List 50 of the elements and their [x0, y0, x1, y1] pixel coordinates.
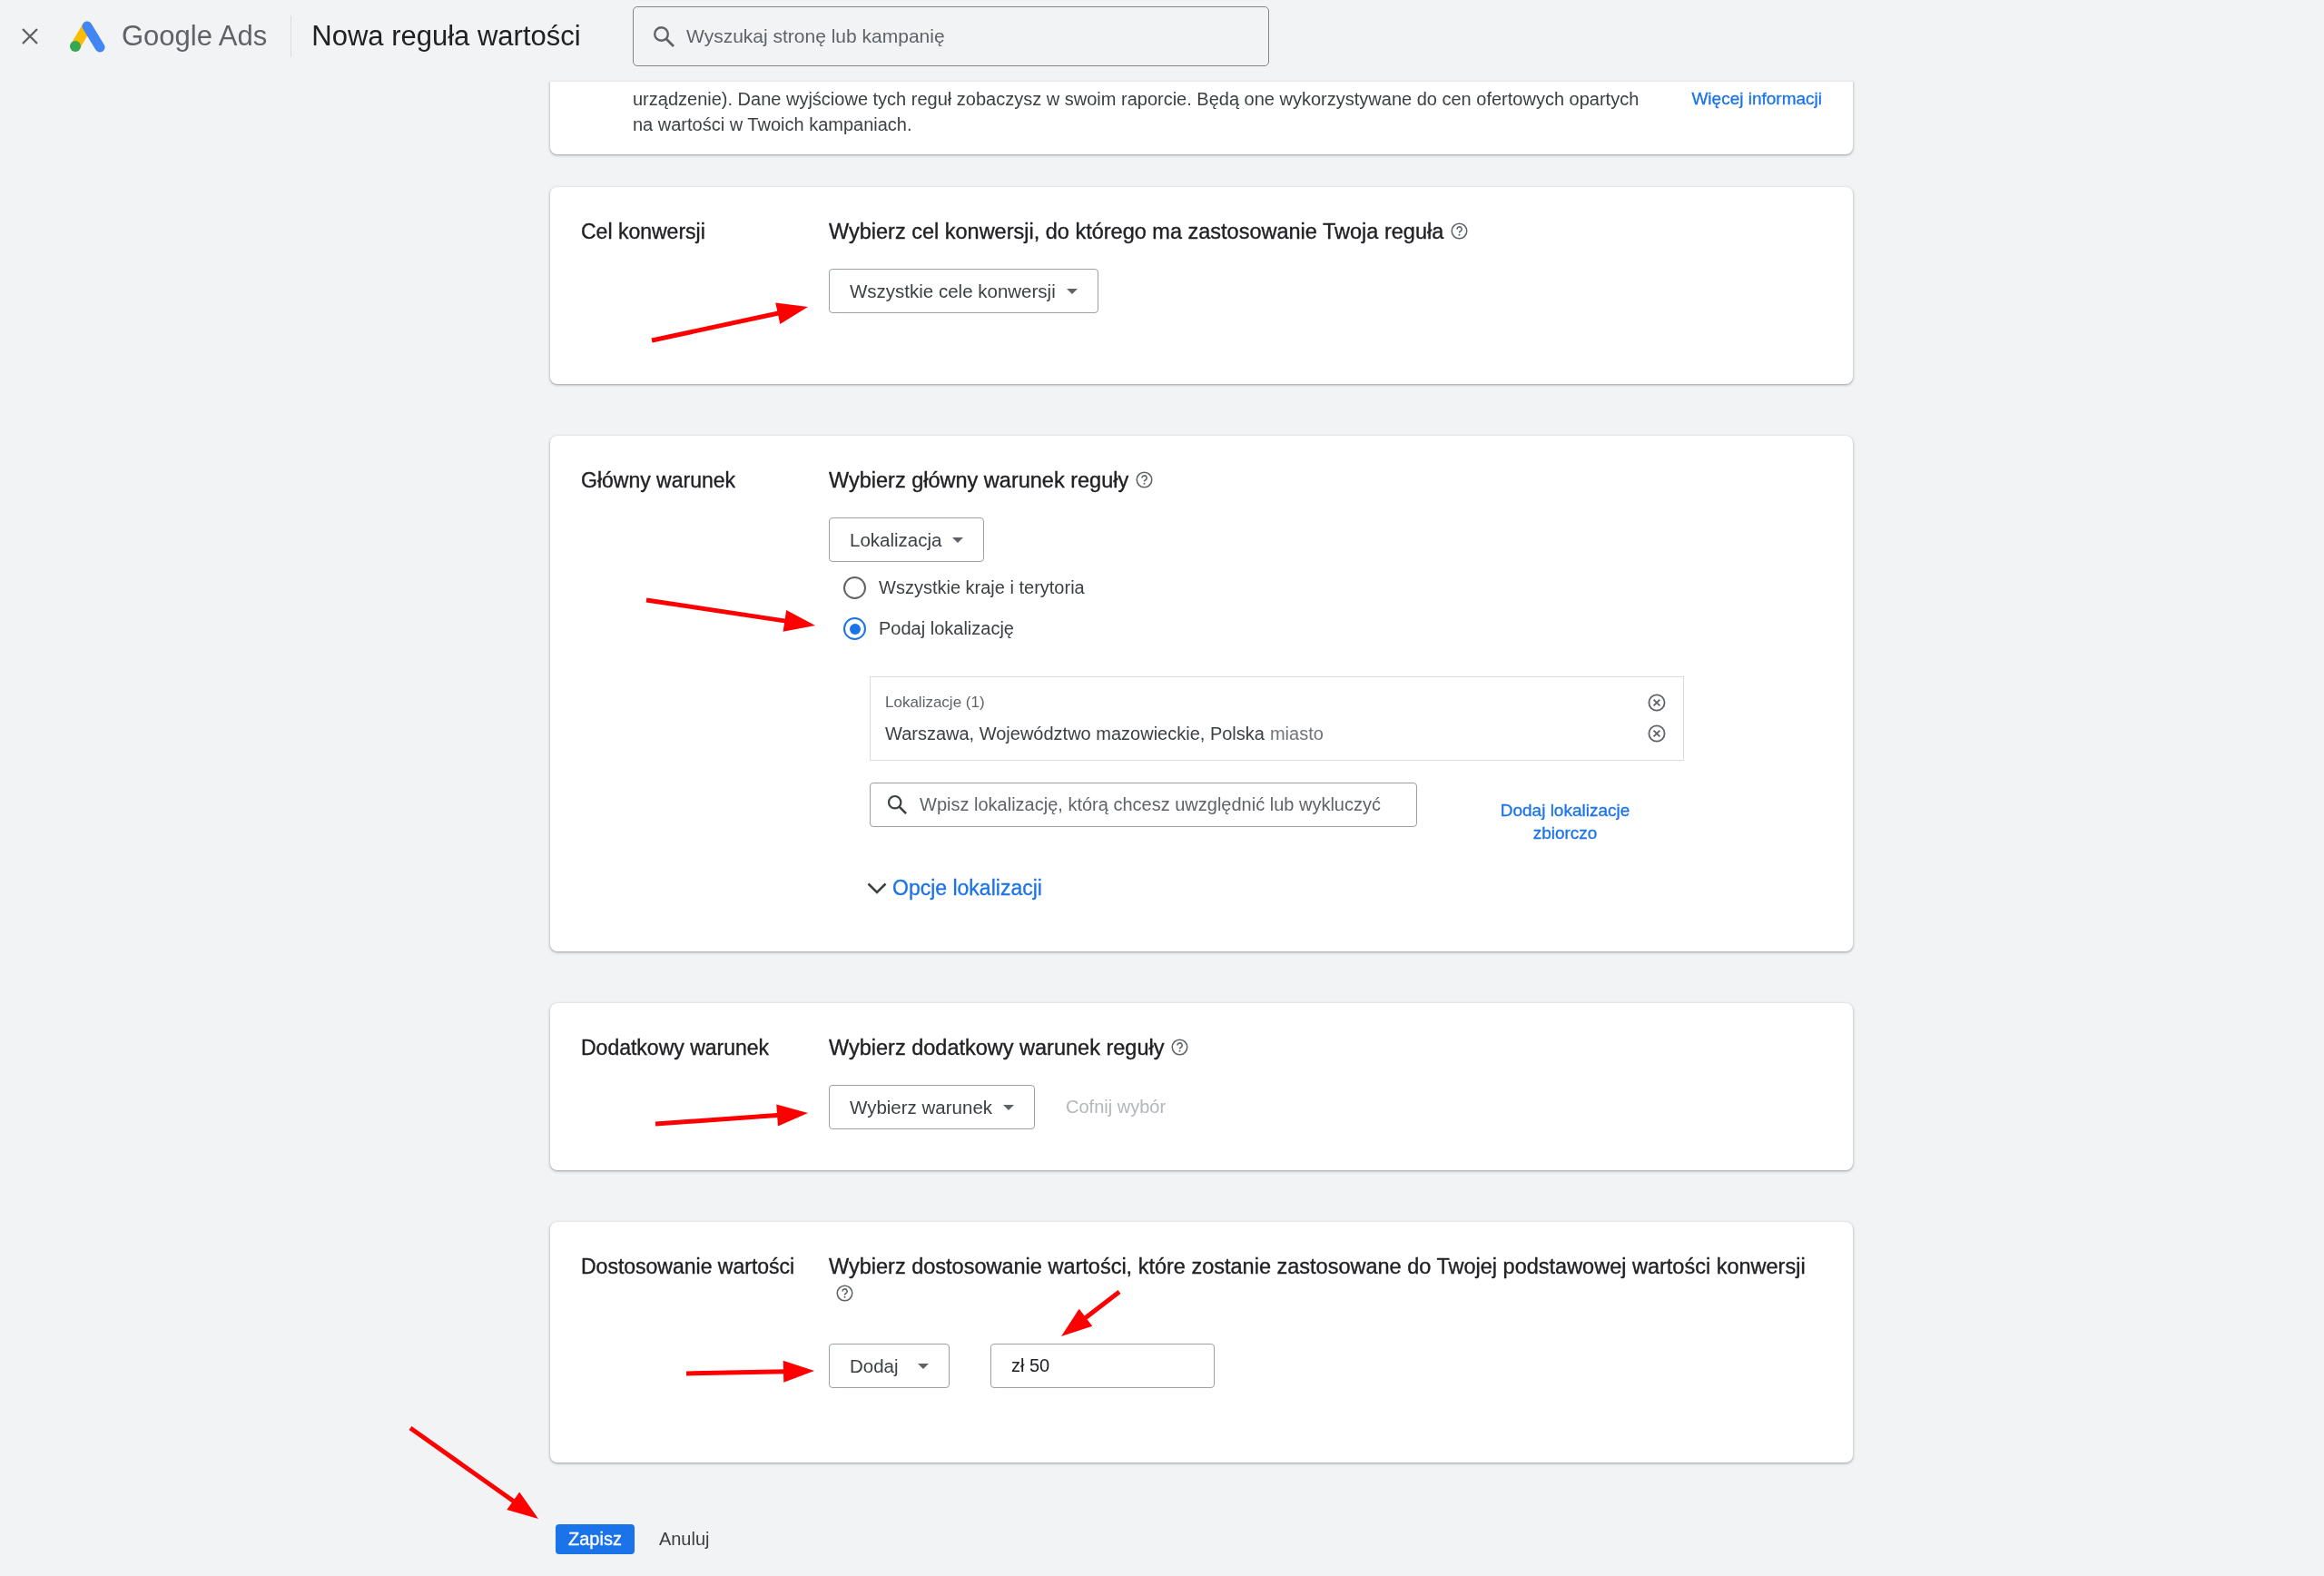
- more-info-link[interactable]: Więcej informacji: [1691, 86, 1822, 112]
- location-name: Warszawa, Województwo mazowieckie, Polska: [885, 723, 1265, 744]
- section-heading: Wybierz główny warunek reguły: [829, 468, 1129, 492]
- select-dropdown[interactable]: Lokalizacja: [829, 517, 985, 562]
- search-field[interactable]: Wyszukaj stronę lub kampanię: [633, 6, 1269, 66]
- location-search-field[interactable]: Wpisz lokalizację, którą chcesz uwzględnić lub wykluczyć: [870, 783, 1417, 827]
- cancel-button[interactable]: Anuluj: [658, 1524, 710, 1554]
- amount-field[interactable]: zł 50: [990, 1344, 1215, 1388]
- section-label: Cel konwersji: [581, 220, 705, 243]
- caret-down-icon: [918, 1363, 929, 1369]
- section-label: Dostosowanie wartości: [581, 1255, 795, 1278]
- page-title: Nowa reguła wartości: [311, 20, 581, 53]
- location-type: miasto: [1269, 723, 1324, 744]
- close-circle-icon[interactable]: [1648, 694, 1666, 712]
- search-icon: [887, 794, 907, 814]
- close-icon[interactable]: [21, 27, 39, 45]
- select-dropdown[interactable]: Wszystkie cele konwersji: [829, 269, 1098, 313]
- location-options-toggle[interactable]: Opcje lokalizacji: [867, 876, 1042, 901]
- select-dropdown[interactable]: Dodaj: [829, 1344, 950, 1388]
- description-text: urządzenie). Dane wyjściowe tych reguł zobaczysz w swoim raporcie. Będą one wykorzystywane do cen ofertowych opartych na wartości w Twoich kampaniach.: [633, 88, 1640, 136]
- annotation-arrow-icon: [685, 1360, 814, 1383]
- annotation-arrow-icon: [651, 302, 808, 343]
- section-heading: Wybierz dostosowanie wartości, które zostanie zastosowane do Twojej podstawowej wartości konwersji: [829, 1255, 1806, 1278]
- section-heading: Wybierz dodatkowy warunek reguły: [829, 1036, 1165, 1059]
- annotation-arrow-icon: [645, 597, 815, 632]
- help-icon[interactable]: [836, 1285, 853, 1302]
- save-button[interactable]: Zapisz: [556, 1524, 635, 1554]
- select-dropdown[interactable]: Wybierz warunek: [829, 1085, 1036, 1129]
- help-icon[interactable]: [1451, 222, 1469, 240]
- section-label: Dodatkowy warunek: [581, 1036, 770, 1059]
- annotation-arrow-icon: [655, 1104, 808, 1127]
- search-icon: [653, 25, 675, 47]
- product-name: Google Ads: [122, 20, 268, 53]
- radio-label: Wszystkie kraje i terytoria: [879, 577, 1085, 598]
- caret-down-icon: [952, 537, 964, 543]
- bulk-add-link[interactable]: Dodaj lokalizacje zbiorczo: [1483, 799, 1647, 844]
- radio-button[interactable]: [843, 576, 866, 599]
- help-icon[interactable]: [1136, 471, 1154, 488]
- annotation-arrow-icon: [409, 1425, 538, 1519]
- caret-down-icon: [1003, 1104, 1015, 1110]
- radio-button[interactable]: [843, 617, 866, 640]
- section-label: Główny warunek: [581, 468, 736, 492]
- radio-label: Podaj lokalizację: [879, 618, 1014, 639]
- logo-icon: [68, 19, 106, 54]
- annotation-arrow-icon: [1061, 1290, 1121, 1336]
- close-circle-icon[interactable]: [1648, 724, 1666, 743]
- locations-title: Lokalizacje (1): [885, 694, 985, 712]
- help-icon[interactable]: [1171, 1039, 1189, 1056]
- section-heading: Wybierz cel konwersji, do którego ma zastosowanie Twoja reguła: [829, 220, 1444, 243]
- caret-down-icon: [1066, 288, 1078, 294]
